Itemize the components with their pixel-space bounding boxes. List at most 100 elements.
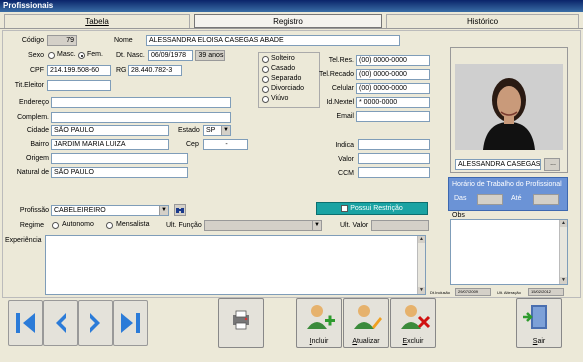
civil-solteiro-radio[interactable]: [262, 56, 269, 63]
cep-field[interactable]: -: [203, 139, 248, 150]
exit-door-icon: [523, 305, 547, 329]
incluir-label: Incluir: [309, 338, 329, 345]
civil-viuvo-radio[interactable]: [262, 96, 269, 103]
civil-separado-label: Separado: [271, 75, 302, 82]
delete-user-icon: [401, 305, 431, 329]
regime-autonomo-radio[interactable]: [52, 222, 59, 229]
estado-label: Estado: [178, 127, 200, 134]
tit-eleitor-field[interactable]: [47, 80, 111, 91]
endereco-field[interactable]: [51, 97, 231, 108]
indica-field[interactable]: [358, 139, 430, 150]
tab-historico-label: Histórico: [466, 17, 499, 26]
endereco-label: Endereço: [19, 99, 49, 106]
civil-divorciado-radio[interactable]: [262, 86, 269, 93]
experiencia-scrollbar[interactable]: ▲ ▼: [417, 236, 425, 294]
indica-label: Indica: [335, 142, 354, 149]
sexo-masc-radio[interactable]: [48, 52, 55, 59]
profissao-select[interactable]: CABELEIREIRO ▼: [51, 205, 169, 216]
nome-field[interactable]: ALESSANDRA ELOISA CASEGAS ABADE: [146, 35, 400, 46]
tab-historico[interactable]: Histórico: [386, 14, 579, 28]
chevron-down-icon: ▼: [221, 126, 230, 135]
complem-label: Complem.: [17, 114, 49, 121]
idade-field: 39 anos: [195, 50, 225, 61]
id-nextel-field[interactable]: * 0000-0000: [356, 97, 430, 108]
incluir-button[interactable]: Incluir: [296, 298, 342, 348]
profissao-search-button[interactable]: [174, 204, 186, 216]
sair-button[interactable]: Sair: [516, 298, 562, 348]
natural-field[interactable]: SÃO PAULO: [51, 167, 188, 178]
photo-panel: ALESSANDRA CASEGAS ...: [450, 47, 568, 173]
tel-recado-field[interactable]: (00) 0000-0000: [356, 69, 430, 80]
sair-label: Sair: [532, 338, 546, 345]
scroll-down-icon[interactable]: ▼: [560, 277, 567, 284]
print-button[interactable]: [218, 298, 264, 348]
sexo-fem-radio[interactable]: [78, 52, 85, 59]
celular-field[interactable]: (00) 0000-0000: [356, 83, 430, 94]
tit-eleitor-label: Tit.Eleitor: [14, 82, 44, 89]
scroll-up-icon[interactable]: ▲: [560, 220, 567, 227]
estado-value: SP: [206, 127, 216, 134]
experiencia-textarea[interactable]: ▲ ▼: [45, 235, 426, 295]
excluir-label: Excluir: [402, 338, 424, 345]
complem-field[interactable]: [51, 112, 231, 123]
first-icon: [16, 313, 35, 333]
cidade-field[interactable]: SÃO PAULO: [51, 125, 169, 136]
dt-nasc-field[interactable]: 06/09/1978: [148, 50, 193, 61]
scroll-up-icon[interactable]: ▲: [418, 236, 425, 243]
first-record-button[interactable]: [8, 300, 43, 346]
regime-label: Regime: [19, 222, 44, 229]
bottom-toolbar: Incluir Atualizar Excluir Sair: [0, 298, 583, 362]
ccm-field[interactable]: [358, 167, 430, 178]
edit-user-icon: [354, 305, 382, 329]
restricao-label: Possui Restrição: [350, 205, 403, 212]
cpf-field[interactable]: 214.199.508-60: [47, 65, 111, 76]
sexo-masc-label: Masc.: [57, 51, 76, 58]
civil-divorciado-label: Divorciado: [271, 85, 305, 92]
tab-tabela[interactable]: Tabela: [4, 14, 190, 28]
rg-field[interactable]: 28.440.782-3: [128, 65, 182, 76]
atualizar-button[interactable]: Atualizar: [343, 298, 389, 348]
civil-viuvo-label: Viúvo: [271, 95, 289, 102]
ult-alteracao-label: Ult. Alteração: [497, 290, 521, 295]
obs-textarea[interactable]: ▲ ▼: [450, 219, 568, 285]
ult-valor-field: [371, 220, 429, 231]
next-record-button[interactable]: [78, 300, 113, 346]
restricao-checkbox[interactable]: [341, 204, 349, 212]
last-record-button[interactable]: [113, 300, 148, 346]
horario-panel: Horário de Trabalho do Profissional Das …: [448, 177, 568, 211]
tab-registro[interactable]: Registro: [194, 14, 382, 28]
previous-record-button[interactable]: [43, 300, 78, 346]
ate-field[interactable]: [533, 194, 559, 205]
email-field[interactable]: [356, 111, 430, 122]
codigo-label: Código: [21, 37, 44, 44]
ult-alteracao-field: 15/02/2012: [528, 288, 564, 296]
bairro-field[interactable]: JARDIM MARIA LUIZA: [51, 139, 169, 150]
add-user-icon: [307, 305, 335, 329]
excluir-button[interactable]: Excluir: [390, 298, 436, 348]
origem-field[interactable]: [51, 153, 188, 164]
ate-label: Até: [511, 195, 522, 202]
valor-field[interactable]: [358, 153, 430, 164]
ult-valor-label: Ult. Valor: [340, 222, 369, 229]
das-field[interactable]: [477, 194, 503, 205]
cpf-label: CPF: [30, 67, 44, 74]
possui-restricao-button[interactable]: Possui Restrição: [316, 202, 428, 215]
civil-solteiro-label: Solteiro: [271, 55, 295, 62]
photo-name-field: ALESSANDRA CASEGAS: [455, 159, 541, 170]
estado-select[interactable]: SP ▼: [203, 125, 231, 136]
tel-res-field[interactable]: (00) 0000-0000: [356, 55, 430, 66]
experiencia-label: Experiência: [5, 237, 42, 244]
tab-tabela-label: Tabela: [85, 17, 109, 26]
civil-casado-label: Casado: [271, 65, 296, 72]
ult-funcao-label: Ult. Função: [166, 222, 202, 229]
natural-label: Natural de: [16, 169, 49, 176]
scroll-down-icon[interactable]: ▼: [418, 287, 425, 294]
chevron-down-icon: ▼: [159, 206, 168, 215]
civil-casado-radio[interactable]: [262, 66, 269, 73]
sexo-fem-label: Fem.: [87, 51, 103, 58]
obs-scrollbar[interactable]: ▲ ▼: [559, 220, 567, 284]
photo-browse-button[interactable]: ...: [544, 158, 560, 171]
civil-separado-radio[interactable]: [262, 76, 269, 83]
cidade-label: Cidade: [26, 127, 49, 134]
regime-mensalista-radio[interactable]: [106, 222, 113, 229]
